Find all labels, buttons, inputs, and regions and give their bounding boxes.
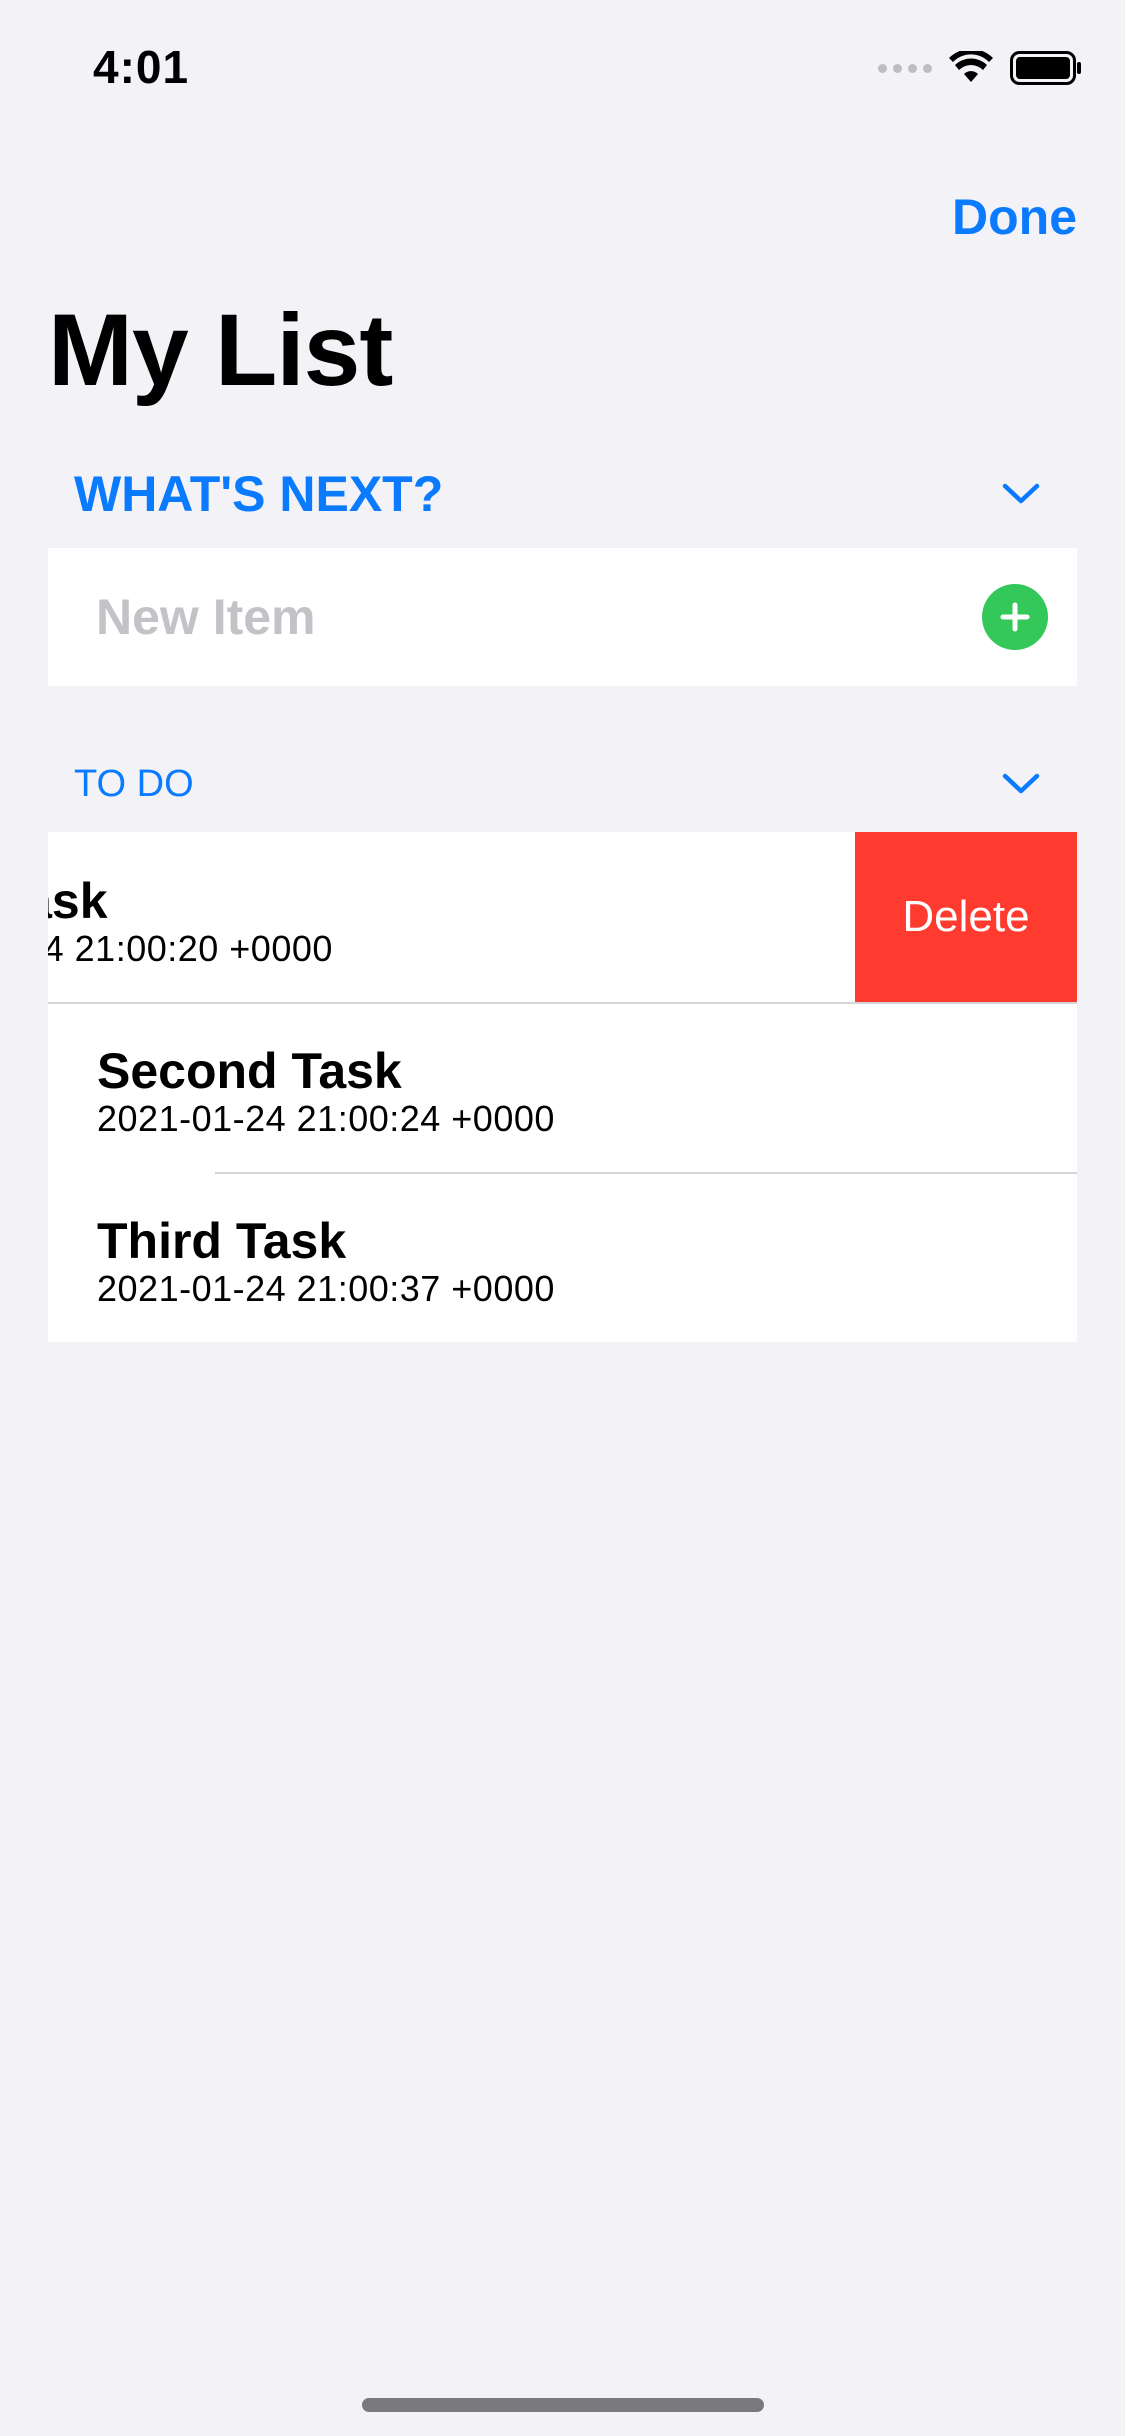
task-date: 2021-01-24 21:00:20 +0000	[48, 928, 333, 969]
list-item[interactable]: First Task 2021-01-24 21:00:20 +0000 Del…	[48, 832, 1077, 1002]
status-icons	[878, 48, 1082, 88]
task-date: 2021-01-24 21:00:37 +0000	[97, 1268, 555, 1309]
status-time: 4:01	[93, 41, 190, 93]
plus-circle-icon[interactable]	[982, 584, 1048, 650]
battery-icon	[1010, 51, 1081, 85]
task-date: 2021-01-24 21:00:24 +0000	[97, 1098, 555, 1139]
section-title: WHAT'S NEXT?	[74, 466, 444, 522]
done-button[interactable]: Done	[952, 188, 1077, 246]
section-title: TO DO	[74, 762, 194, 805]
page-title: My List	[48, 293, 393, 407]
wifi-icon	[949, 51, 993, 82]
new-item-input[interactable]	[96, 548, 976, 686]
cellular-dots-icon	[878, 63, 932, 73]
section-header-to-do[interactable]: TO DO	[48, 754, 1077, 814]
home-indicator[interactable]	[362, 2398, 764, 2412]
new-item-card	[48, 548, 1077, 686]
task-title: First Task	[48, 873, 108, 929]
list-item[interactable]: Second Task 2021-01-24 21:00:24 +0000	[48, 1002, 1077, 1172]
list-item[interactable]: Third Task 2021-01-24 21:00:37 +0000	[48, 1172, 1077, 1342]
task-title: Third Task	[97, 1213, 347, 1269]
delete-button[interactable]: Delete	[855, 832, 1077, 1002]
chevron-down-icon[interactable]	[991, 464, 1051, 524]
chevron-down-icon[interactable]	[991, 754, 1051, 814]
todo-list: First Task 2021-01-24 21:00:20 +0000 Del…	[48, 832, 1077, 1342]
task-title: Second Task	[97, 1043, 402, 1099]
section-header-whats-next[interactable]: WHAT'S NEXT?	[48, 462, 1077, 526]
screen: 4:01 Done My List WHAT'S NEXT? New Item …	[0, 0, 1125, 2436]
